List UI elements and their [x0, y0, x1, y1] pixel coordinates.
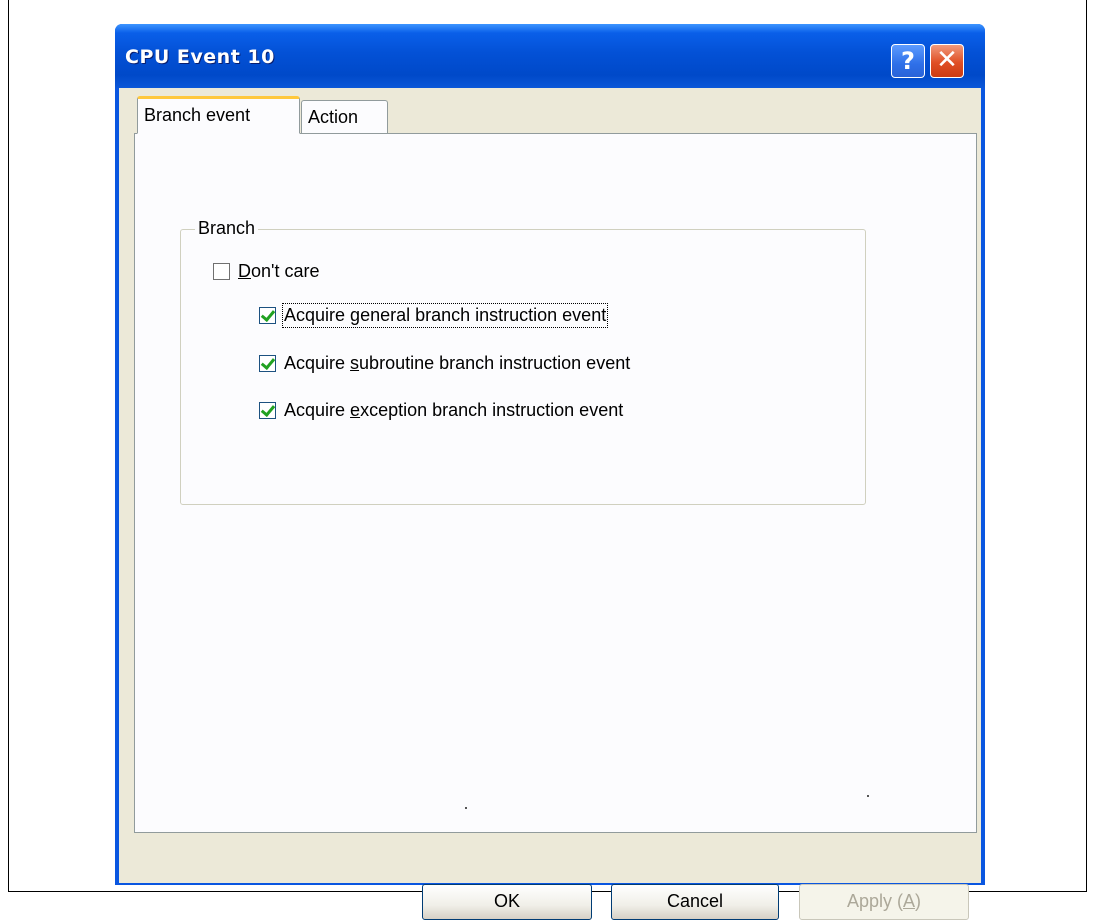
ok-button-label: OK	[493, 891, 520, 911]
general-branch-checkbox[interactable]: Acquire general branch instruction event	[259, 303, 609, 328]
tab-label: Action	[308, 107, 359, 127]
subroutine-branch-checkbox[interactable]: Acquire subroutine branch instruction ev…	[259, 353, 630, 374]
tab-branch-event[interactable]: Branch event	[137, 96, 300, 134]
checkbox-label: Acquire general branch instruction event	[281, 303, 609, 328]
checkbox-box[interactable]	[213, 263, 230, 280]
dont-care-checkbox[interactable]: Don't care	[213, 261, 319, 282]
panel-dot	[465, 807, 467, 809]
checkbox-label: Acquire subroutine branch instruction ev…	[284, 353, 631, 373]
tab-label: Branch event	[144, 105, 251, 125]
cancel-button-label: Cancel	[666, 891, 724, 911]
cancel-button[interactable]: Cancel	[611, 884, 779, 920]
checkbox-label: Don't care	[238, 261, 320, 281]
groupbox-legend: Branch	[195, 218, 259, 239]
checkbox-label: Acquire exception branch instruction eve…	[284, 400, 624, 420]
dialog-client-area: Branch event Action Branch Don't care Ac…	[119, 88, 981, 920]
tab-action[interactable]: Action	[301, 100, 388, 133]
panel-dot	[867, 795, 869, 797]
exception-branch-checkbox[interactable]: Acquire exception branch instruction eve…	[259, 400, 623, 421]
apply-button[interactable]: Apply (A)	[799, 884, 969, 920]
close-icon: ✕	[936, 45, 958, 75]
dialog-title: CPU Event 10	[125, 46, 275, 68]
question-mark-icon: ?	[901, 47, 915, 75]
branch-groupbox: Branch Don't care Acquire general branch…	[180, 218, 866, 505]
tab-panel-branch-event: Branch Don't care Acquire general branch…	[134, 133, 977, 833]
apply-button-label: Apply (A)	[846, 891, 922, 911]
checkbox-box[interactable]	[259, 355, 276, 372]
close-button[interactable]: ✕	[930, 44, 964, 78]
ok-button[interactable]: OK	[422, 884, 592, 920]
checkbox-box[interactable]	[259, 402, 276, 419]
dialog-window: CPU Event 10 ? ✕ Branch event Action Bra…	[115, 24, 985, 920]
checkbox-box[interactable]	[259, 307, 276, 324]
title-bar[interactable]: CPU Event 10 ? ✕	[115, 24, 985, 88]
help-button[interactable]: ?	[891, 44, 925, 78]
